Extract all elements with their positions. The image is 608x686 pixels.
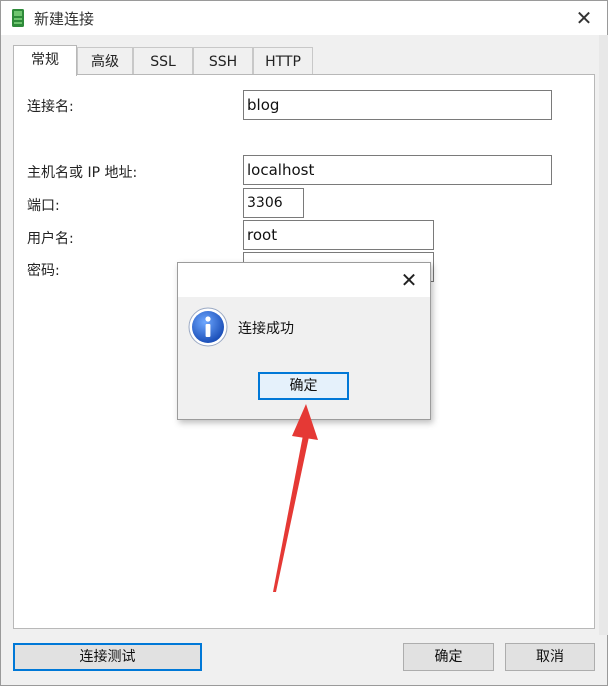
port-input[interactable]: 3306 (243, 188, 304, 218)
password-label: 密码: (27, 263, 60, 279)
success-dialog: ✕ 连接成功 确定 (177, 262, 431, 420)
cancel-button[interactable]: 取消 (505, 643, 595, 671)
dialog-message: 连接成功 (238, 321, 294, 337)
tab-general[interactable]: 常规 (13, 45, 77, 76)
test-connection-button[interactable]: 连接测试 (13, 643, 202, 671)
host-label: 主机名或 IP 地址: (27, 165, 138, 181)
info-icon (188, 307, 228, 347)
ok-button[interactable]: 确定 (403, 643, 494, 671)
title-bar: 新建连接 ✕ (1, 1, 607, 35)
window-close-icon[interactable]: ✕ (571, 5, 597, 31)
dialog-ok-button[interactable]: 确定 (258, 372, 349, 400)
user-label: 用户名: (27, 231, 74, 247)
connection-name-label: 连接名: (27, 99, 74, 115)
side-scroll-edge (599, 35, 608, 635)
app-icon (12, 9, 24, 27)
tab-ssl[interactable]: SSL (133, 47, 193, 75)
connection-name-input[interactable]: blog (243, 90, 552, 120)
user-input[interactable]: root (243, 220, 434, 250)
port-label: 端口: (27, 198, 60, 214)
dialog-close-icon[interactable]: ✕ (396, 266, 422, 294)
tab-advanced[interactable]: 高级 (77, 47, 133, 75)
tab-ssh[interactable]: SSH (193, 47, 253, 75)
tab-http[interactable]: HTTP (253, 47, 313, 75)
window-title: 新建连接 (34, 10, 95, 28)
host-input[interactable]: localhost (243, 155, 552, 185)
dialog-title-bar: ✕ (178, 263, 430, 297)
dialog-body: 连接成功 确定 (178, 297, 430, 419)
